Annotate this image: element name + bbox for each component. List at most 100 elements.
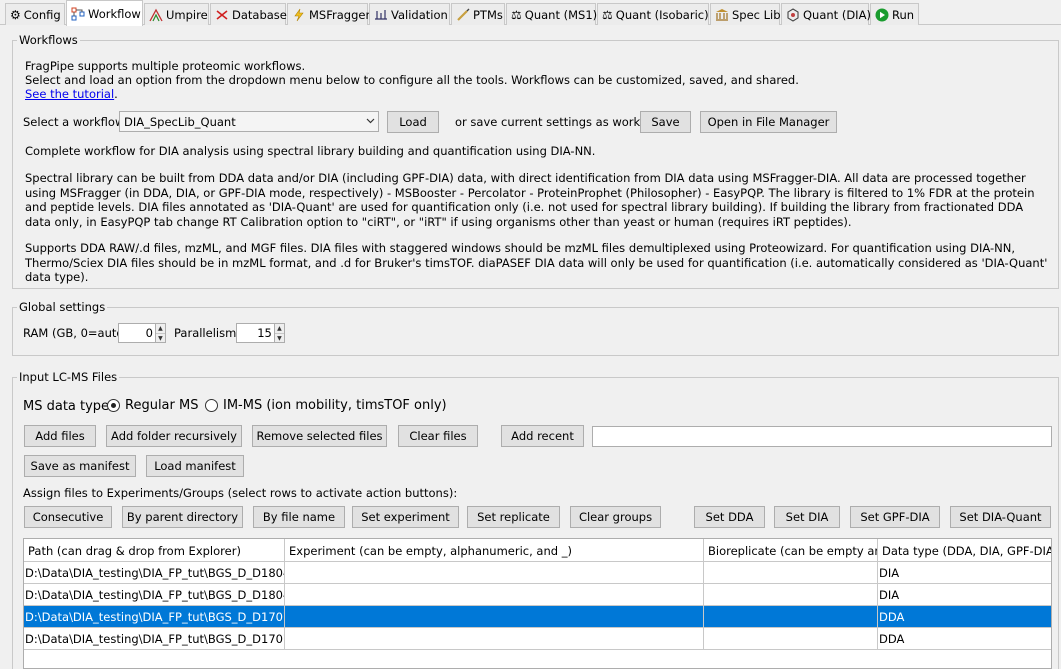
spin-down-icon[interactable]: ▼ <box>274 333 284 343</box>
tab-msfragger[interactable]: MSFragger <box>287 3 370 25</box>
cell-experiment[interactable] <box>285 628 704 649</box>
parallelism-label: Parallelism <box>174 326 237 340</box>
add-files-button[interactable]: Add files <box>24 425 96 447</box>
ram-label: RAM (GB, 0=auto) <box>23 326 128 340</box>
cell-experiment[interactable] <box>285 606 704 627</box>
tab-ptms[interactable]: PTMs <box>451 3 505 25</box>
workflow-icon <box>71 7 85 21</box>
cell-bioreplicate[interactable] <box>704 606 878 627</box>
column-header-experiment[interactable]: Experiment (can be empty, alphanumeric, … <box>285 539 704 562</box>
tab-label: Database <box>232 7 287 22</box>
library-icon <box>715 8 729 22</box>
add-folder-button[interactable]: Add folder recursively <box>106 425 242 447</box>
workflow-details: Spectral library can be built from DDA d… <box>25 171 1035 229</box>
load-workflow-button[interactable]: Load <box>387 111 439 133</box>
ram-spinner[interactable]: ▲▼ <box>118 323 166 343</box>
table-row[interactable]: D:\Data\DIA_testing\DIA_FP_tut\BGS_D_D18… <box>24 562 1051 584</box>
save-workflow-button[interactable]: Save <box>640 111 691 133</box>
tab-quant-dia[interactable]: Quant (DIA) <box>781 3 871 25</box>
cell-path[interactable]: D:\Data\DIA_testing\DIA_FP_tut\BGS_D_D17… <box>24 606 285 627</box>
add-recent-button[interactable]: Add recent <box>501 425 584 447</box>
cell-path[interactable]: D:\Data\DIA_testing\DIA_FP_tut\BGS_D_D18… <box>24 562 285 583</box>
tab-label: Umpire <box>166 7 208 22</box>
workflow-select[interactable]: DIA_SpecLib_Quant <box>119 111 379 132</box>
set-dia-quant-button[interactable]: Set DIA-Quant <box>950 506 1051 528</box>
parallelism-input[interactable] <box>237 324 274 342</box>
consecutive-button[interactable]: Consecutive <box>24 506 112 528</box>
msfragger-icon <box>292 8 306 22</box>
set-dda-button[interactable]: Set DDA <box>694 506 765 528</box>
cell-data-type[interactable]: DIA <box>878 584 1051 605</box>
workflow-description: Complete workflow for DIA analysis using… <box>25 144 596 158</box>
cell-bioreplicate[interactable] <box>704 584 878 605</box>
input-files-title: Input LC-MS Files <box>17 370 120 384</box>
cell-bioreplicate[interactable] <box>704 628 878 649</box>
clear-groups-button[interactable]: Clear groups <box>570 506 661 528</box>
tab-validation[interactable]: Validation <box>369 3 450 25</box>
save-manifest-button[interactable]: Save as manifest <box>24 455 136 477</box>
select-workflow-label: Select a workflow: <box>23 115 128 129</box>
radio-im-ms[interactable]: IM-MS (ion mobility, timsTOF only) <box>205 398 447 413</box>
tab-label: Validation <box>391 7 448 22</box>
table-row[interactable]: D:\Data\DIA_testing\DIA_FP_tut\BGS_D_D18… <box>24 584 1051 606</box>
column-header-bioreplicate[interactable]: Bioreplicate (can be empty and ... <box>704 539 878 562</box>
parallelism-spinner[interactable]: ▲▼ <box>236 323 285 343</box>
workflows-intro-line2: Select and load an option from the dropd… <box>25 73 799 87</box>
umpire-icon <box>149 8 163 22</box>
set-replicate-button[interactable]: Set replicate <box>467 506 560 528</box>
cell-experiment[interactable] <box>285 562 704 583</box>
set-dia-button[interactable]: Set DIA <box>774 506 840 528</box>
cell-data-type[interactable]: DIA <box>878 562 1051 583</box>
tab-label: Config <box>23 7 61 22</box>
spin-up-icon[interactable]: ▲ <box>275 324 284 333</box>
tab-quant-ms1[interactable]: ⚖ Quant (MS1) <box>506 3 597 25</box>
by-file-name-button[interactable]: By file name <box>253 506 345 528</box>
ram-spin-buttons[interactable]: ▲ ▼ <box>154 324 165 343</box>
tab-config[interactable]: ⚙ Config <box>5 3 65 25</box>
radio-regular-ms[interactable]: Regular MS <box>107 398 198 413</box>
radio-im-ms-label: IM-MS (ion mobility, timsTOF only) <box>223 398 447 413</box>
table-header: Path (can drag & drop from Explorer) Exp… <box>24 539 1051 562</box>
tab-run[interactable]: Run <box>870 3 919 25</box>
table-row[interactable]: D:\Data\DIA_testing\DIA_FP_tut\BGS_D_D17… <box>24 628 1051 650</box>
column-header-path[interactable]: Path (can drag & drop from Explorer) <box>24 539 285 562</box>
tab-label: PTMs <box>473 7 503 22</box>
ptms-icon <box>456 8 470 22</box>
by-parent-directory-button[interactable]: By parent directory <box>122 506 243 528</box>
tutorial-link[interactable]: See the tutorial <box>25 87 114 101</box>
spin-down-icon[interactable]: ▼ <box>155 333 165 343</box>
cell-experiment[interactable] <box>285 584 704 605</box>
clear-files-button[interactable]: Clear files <box>398 425 478 447</box>
parallelism-spin-buttons[interactable]: ▲ ▼ <box>273 324 284 343</box>
file-table: Path (can drag & drop from Explorer) Exp… <box>23 538 1052 669</box>
workflows-group-title: Workflows <box>17 33 80 47</box>
column-header-data-type[interactable]: Data type (DDA, DIA, GPF-DIA, ... <box>878 539 1051 562</box>
tab-quant-isobaric[interactable]: ⚖ Quant (Isobaric) <box>597 3 709 25</box>
recent-path-field[interactable] <box>592 426 1052 447</box>
radio-selected-icon <box>107 399 120 412</box>
tab-database[interactable]: Database <box>210 3 287 25</box>
ram-input[interactable] <box>119 324 155 342</box>
remove-selected-button[interactable]: Remove selected files <box>252 425 387 447</box>
spin-up-icon[interactable]: ▲ <box>156 324 165 333</box>
tab-label: Quant (Isobaric) <box>615 7 709 22</box>
load-manifest-button[interactable]: Load manifest <box>146 455 244 477</box>
open-file-manager-button[interactable]: Open in File Manager <box>700 111 837 133</box>
cell-path[interactable]: D:\Data\DIA_testing\DIA_FP_tut\BGS_D_D18… <box>24 584 285 605</box>
chevron-down-icon <box>362 117 378 127</box>
cell-bioreplicate[interactable] <box>704 562 878 583</box>
set-gpf-dia-button[interactable]: Set GPF-DIA <box>850 506 940 528</box>
set-experiment-button[interactable]: Set experiment <box>352 506 459 528</box>
validation-icon <box>374 8 388 22</box>
save-workflow-hint: or save current settings as workflow <box>455 115 664 129</box>
cell-data-type[interactable]: DDA <box>878 628 1051 649</box>
tab-umpire[interactable]: Umpire <box>144 3 209 25</box>
gear-icon: ⚙ <box>10 7 21 22</box>
tab-workflow[interactable]: Workflow <box>66 0 143 26</box>
tab-spec-lib[interactable]: Spec Lib <box>710 3 781 25</box>
cell-data-type[interactable]: DDA <box>878 606 1051 627</box>
cell-path[interactable]: D:\Data\DIA_testing\DIA_FP_tut\BGS_D_D17… <box>24 628 285 649</box>
database-icon <box>215 8 229 22</box>
scale-icon: ⚖ <box>602 7 613 22</box>
table-row-selected[interactable]: D:\Data\DIA_testing\DIA_FP_tut\BGS_D_D17… <box>24 606 1051 628</box>
